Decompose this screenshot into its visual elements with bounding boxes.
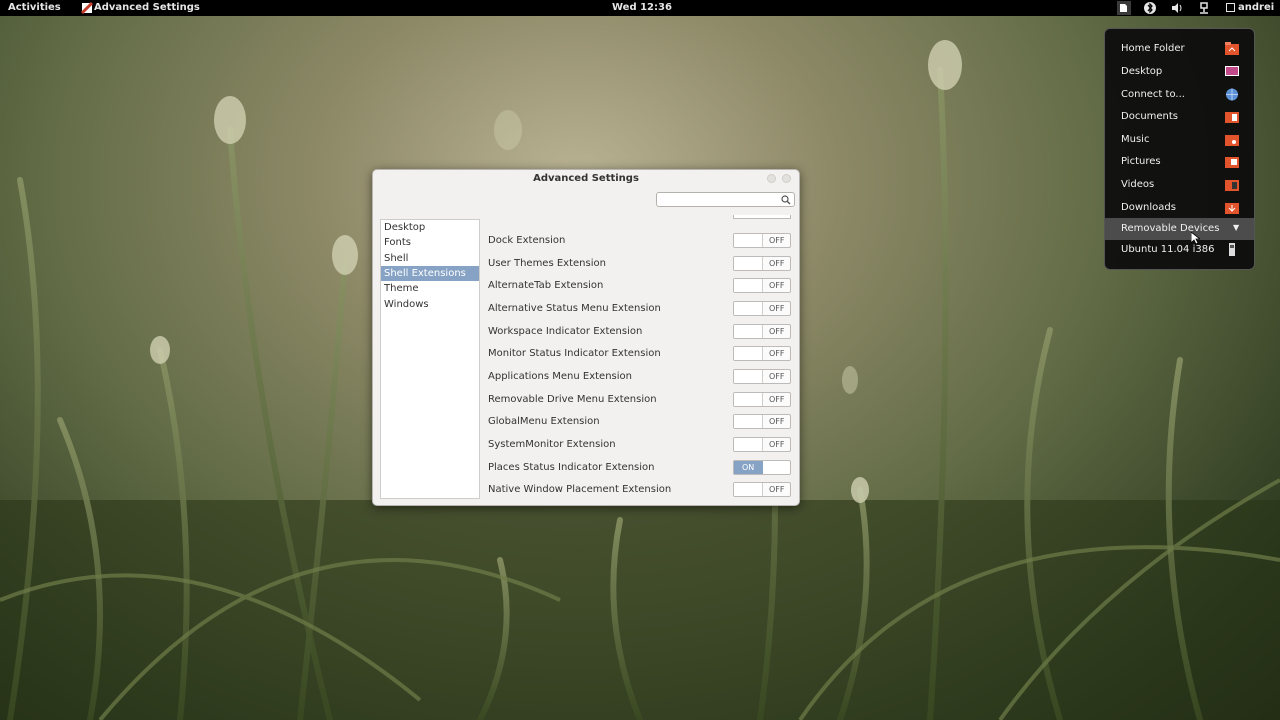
extension-toggle[interactable]: OFF — [733, 256, 791, 271]
search-icon — [781, 195, 791, 205]
activities-button[interactable]: Activities — [8, 2, 61, 13]
places-folder-icon[interactable] — [1117, 1, 1131, 15]
expand-arrow-icon: ▼ — [1233, 223, 1240, 232]
advanced-settings-window: Advanced Settings Desktop Fonts Shell Sh… — [372, 169, 800, 506]
sidebar-item-windows[interactable]: Windows — [381, 297, 479, 312]
extension-toggle-on[interactable]: ON — [733, 460, 791, 475]
extension-toggle[interactable]: OFF — [733, 437, 791, 452]
user-menu[interactable]: andrei — [1238, 2, 1274, 13]
mouse-cursor-icon — [1191, 232, 1200, 245]
extension-toggle[interactable]: OFF — [733, 346, 791, 361]
pictures-folder-icon — [1225, 157, 1239, 168]
sidebar-item-fonts[interactable]: Fonts — [381, 235, 479, 250]
scrolled-toggle-edge — [733, 215, 791, 219]
places-item-music[interactable]: Music — [1105, 129, 1254, 151]
places-menu: Home Folder Desktop Connect to... Docume… — [1104, 28, 1255, 270]
extension-row: User Themes Extension OFF — [481, 253, 795, 275]
extension-toggle[interactable]: OFF — [733, 392, 791, 407]
places-item-connect[interactable]: Connect to... — [1105, 84, 1254, 106]
extension-row: Alternative Status Menu Extension OFF — [481, 298, 795, 320]
sidebar-item-theme[interactable]: Theme — [381, 281, 479, 296]
network-icon[interactable] — [1197, 1, 1211, 15]
extension-toggle[interactable]: OFF — [733, 324, 791, 339]
sidebar-item-shell-extensions[interactable]: Shell Extensions — [381, 266, 479, 281]
extension-toggle[interactable]: OFF — [733, 301, 791, 316]
top-panel: Activities Advanced Settings Wed 12:36 a… — [0, 0, 1280, 16]
places-item-downloads[interactable]: Downloads — [1105, 197, 1254, 219]
extension-toggle[interactable]: OFF — [733, 482, 791, 497]
places-item-desktop[interactable]: Desktop — [1105, 61, 1254, 83]
extension-row: Monitor Status Indicator Extension OFF — [481, 343, 795, 365]
places-item-device[interactable]: Ubuntu 11.04 i386 — [1105, 239, 1254, 261]
extension-toggle[interactable]: OFF — [733, 233, 791, 248]
extension-toggle[interactable]: OFF — [733, 414, 791, 429]
extension-row: Removable Drive Menu Extension OFF — [481, 389, 795, 411]
network-globe-icon — [1226, 88, 1238, 101]
videos-folder-icon — [1225, 180, 1239, 191]
extension-toggle[interactable]: OFF — [733, 369, 791, 384]
extension-row: Places Status Indicator Extension ON — [481, 457, 795, 479]
extension-row: Dock Extension OFF — [481, 230, 795, 252]
places-item-videos[interactable]: Videos — [1105, 174, 1254, 196]
extension-row: Native Window Placement Extension OFF — [481, 479, 795, 501]
window-title: Advanced Settings — [533, 173, 639, 184]
documents-folder-icon — [1225, 112, 1239, 123]
extension-toggle[interactable]: OFF — [733, 278, 791, 293]
clock[interactable]: Wed 12:36 — [612, 2, 672, 13]
extension-row: SystemMonitor Extension OFF — [481, 434, 795, 456]
extension-row: AlternateTab Extension OFF — [481, 275, 795, 297]
extension-row: Applications Menu Extension OFF — [481, 366, 795, 388]
home-folder-icon — [1225, 42, 1239, 55]
bluetooth-icon[interactable] — [1143, 1, 1157, 15]
search-input[interactable] — [656, 192, 795, 207]
usb-drive-icon — [1229, 243, 1235, 256]
places-item-documents[interactable]: Documents — [1105, 106, 1254, 128]
music-folder-icon — [1225, 135, 1239, 146]
desktop-icon — [1225, 66, 1239, 76]
app-settings-icon — [80, 1, 94, 15]
app-menu[interactable]: Advanced Settings — [94, 2, 200, 13]
sidebar-item-desktop[interactable]: Desktop — [381, 220, 479, 235]
places-removable-devices[interactable]: Removable Devices ▼ — [1105, 218, 1254, 240]
downloads-folder-icon — [1225, 203, 1239, 214]
volume-icon[interactable] — [1170, 1, 1184, 15]
sidebar-item-shell[interactable]: Shell — [381, 251, 479, 266]
extensions-list[interactable]: Dock Extension OFF User Themes Extension… — [481, 215, 795, 502]
extension-row: GlobalMenu Extension OFF — [481, 411, 795, 433]
category-sidebar: Desktop Fonts Shell Shell Extensions The… — [380, 219, 480, 499]
minimize-button[interactable] — [767, 174, 776, 183]
places-item-home-folder[interactable]: Home Folder — [1105, 38, 1254, 60]
extension-row: Workspace Indicator Extension OFF — [481, 321, 795, 343]
places-item-pictures[interactable]: Pictures — [1105, 151, 1254, 173]
close-button[interactable] — [782, 174, 791, 183]
user-status-icon — [1226, 3, 1235, 12]
